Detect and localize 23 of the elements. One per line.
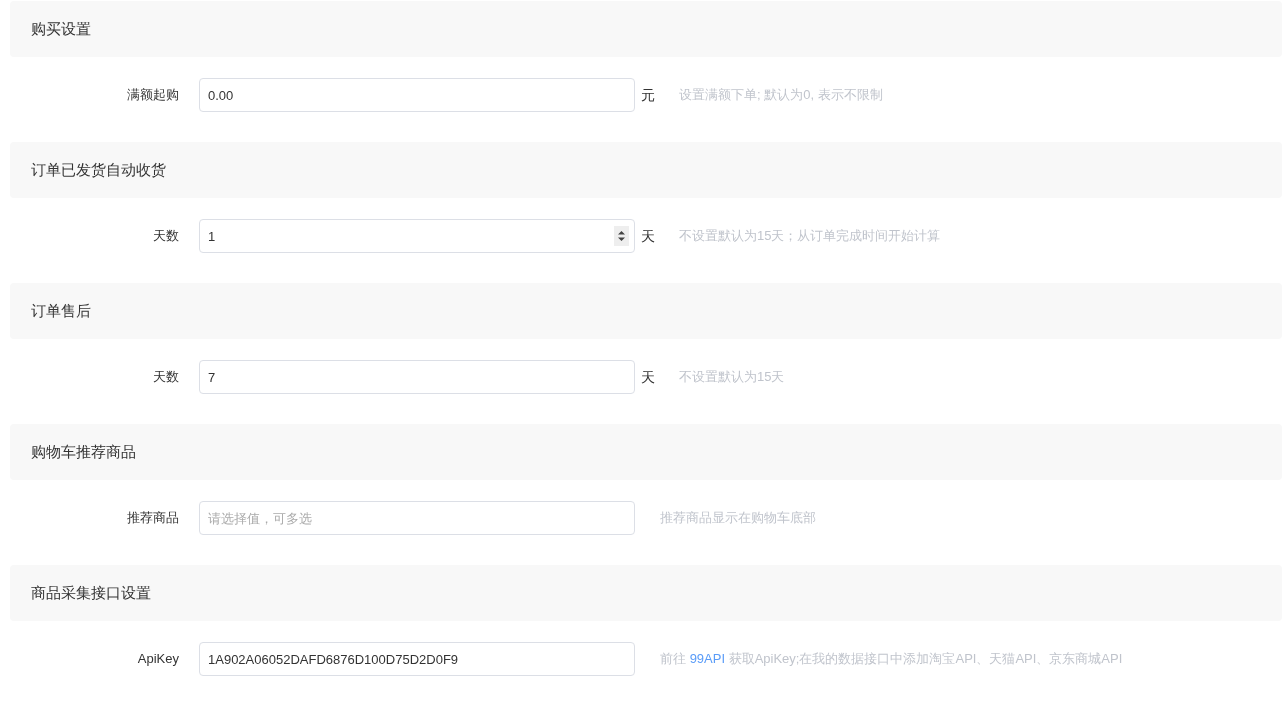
section-title: 购买设置 bbox=[31, 18, 91, 39]
section-title: 订单售后 bbox=[31, 300, 91, 321]
field-label: 推荐商品 bbox=[127, 509, 179, 528]
input-field[interactable]: 7 bbox=[199, 360, 635, 394]
spinner-icon[interactable] bbox=[614, 226, 629, 246]
input-field[interactable]: 1A902A06052DAFD6876D100D75D2D0F9 bbox=[199, 642, 635, 676]
help-text: 不设置默认为15天；从订单完成时间开始计算 bbox=[679, 227, 941, 246]
unit-label: 天 bbox=[641, 226, 655, 246]
help-text: 设置满额下单; 默认为0, 表示不限制 bbox=[679, 86, 883, 105]
section-title: 购物车推荐商品 bbox=[31, 441, 136, 462]
select-field[interactable]: 请选择值，可多选 bbox=[199, 501, 635, 535]
field-label: 满额起购 bbox=[127, 86, 179, 105]
unit-label: 天 bbox=[641, 367, 655, 387]
section-title: 商品采集接口设置 bbox=[31, 582, 151, 603]
input-field[interactable]: 1 bbox=[199, 219, 635, 253]
help-text: 不设置默认为15天 bbox=[679, 368, 785, 387]
field-label: ApiKey bbox=[137, 650, 179, 669]
field-label: 天数 bbox=[153, 368, 179, 387]
help-text: 推荐商品显示在购物车底部 bbox=[660, 509, 816, 528]
unit-label: 元 bbox=[641, 85, 655, 105]
field-label: 天数 bbox=[153, 227, 179, 246]
section-title: 订单已发货自动收货 bbox=[31, 159, 166, 180]
input-field[interactable]: 0.00 bbox=[199, 78, 635, 112]
